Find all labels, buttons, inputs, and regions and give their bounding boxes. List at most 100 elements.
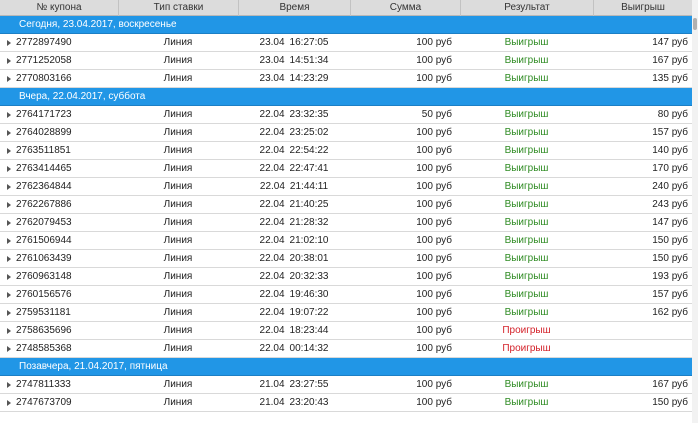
triangle-right-icon[interactable]: [7, 201, 11, 208]
triangle-right-icon[interactable]: [7, 39, 11, 46]
time-cell: 22.04 21:44:11: [238, 181, 350, 192]
coupon-number[interactable]: 2760156576: [16, 289, 72, 300]
sum-cell: 100 руб: [416, 73, 452, 84]
table-row[interactable]: 2761063439 Линия 22.04 20:38:01 100 руб Выигр…: [0, 250, 692, 268]
triangle-right-icon[interactable]: [7, 57, 11, 64]
coupon-number[interactable]: 2761063439: [16, 253, 72, 264]
table-row[interactable]: 2764171723 Линия 22.04 23:32:35 50 руб Выигры…: [0, 106, 692, 124]
bet-date: 22.04: [259, 217, 285, 228]
table-row[interactable]: 2747811333 Линия 21.04 23:27:55 100 руб Выигр…: [0, 376, 692, 394]
triangle-right-icon[interactable]: [7, 399, 11, 406]
coupon-number[interactable]: 2760963148: [16, 271, 72, 282]
scrollbar-thumb[interactable]: [693, 18, 697, 30]
day-group-header[interactable]: Сегодня, 23.04.2017, воскресенье: [0, 16, 692, 34]
coupon-cell[interactable]: 2770803166: [0, 73, 118, 84]
coupon-cell[interactable]: 2761063439: [0, 253, 118, 264]
coupon-cell[interactable]: 2763511851: [0, 145, 118, 156]
triangle-right-icon[interactable]: [7, 345, 11, 352]
table-row[interactable]: 2760156576 Линия 22.04 19:46:30 100 руб Выигр…: [0, 286, 692, 304]
day-group-header[interactable]: Позавчера, 21.04.2017, пятница: [0, 358, 692, 376]
coupon-cell[interactable]: 2762079453: [0, 217, 118, 228]
col-result-header[interactable]: Результат: [460, 0, 593, 16]
bet-time: 21:02:10: [289, 235, 329, 246]
triangle-right-icon[interactable]: [7, 147, 11, 154]
coupon-cell[interactable]: 2758635696: [0, 325, 118, 336]
table-row[interactable]: 2758635696 Линия 22.04 18:23:44 100 руб Проиг…: [0, 322, 692, 340]
triangle-right-icon[interactable]: [7, 183, 11, 190]
vertical-scrollbar[interactable]: [692, 0, 698, 423]
table-row[interactable]: 2762267886 Линия 22.04 21:40:25 100 руб Выигр…: [0, 196, 692, 214]
sum-cell: 100 руб: [416, 253, 452, 264]
table-row[interactable]: 2759531181 Линия 22.04 19:07:22 100 руб Выигр…: [0, 304, 692, 322]
col-coupon-header[interactable]: № купона: [0, 2, 118, 13]
triangle-right-icon[interactable]: [7, 219, 11, 226]
coupon-number[interactable]: 2758635696: [16, 325, 72, 336]
coupon-number[interactable]: 2747673709: [16, 397, 72, 408]
coupon-cell[interactable]: 2763414465: [0, 163, 118, 174]
col-type-header[interactable]: Тип ставки: [118, 0, 238, 16]
table-row[interactable]: 2763414465 Линия 22.04 22:47:41 100 руб Выигр…: [0, 160, 692, 178]
coupon-number[interactable]: 2764171723: [16, 109, 72, 120]
triangle-right-icon[interactable]: [7, 237, 11, 244]
triangle-right-icon[interactable]: [7, 165, 11, 172]
col-win-header[interactable]: Выигрыш: [593, 0, 692, 16]
table-row[interactable]: 2762079453 Линия 22.04 21:28:32 100 руб Выигр…: [0, 214, 692, 232]
triangle-right-icon[interactable]: [7, 75, 11, 82]
triangle-right-icon[interactable]: [7, 327, 11, 334]
coupon-cell[interactable]: 2759531181: [0, 307, 118, 318]
coupon-cell[interactable]: 2764171723: [0, 109, 118, 120]
coupon-number[interactable]: 2770803166: [16, 73, 72, 84]
bet-type-cell: Линия: [163, 163, 193, 174]
coupon-cell[interactable]: 2764028899: [0, 127, 118, 138]
coupon-cell[interactable]: 2771252058: [0, 55, 118, 66]
coupon-cell[interactable]: 2747673709: [0, 397, 118, 408]
triangle-right-icon[interactable]: [7, 129, 11, 136]
coupon-number[interactable]: 2762364844: [16, 181, 72, 192]
result-badge: Выигрыш: [504, 199, 549, 210]
table-row[interactable]: 2764028899 Линия 22.04 23:25:02 100 руб Выигр…: [0, 124, 692, 142]
coupon-cell[interactable]: 2762364844: [0, 181, 118, 192]
coupon-number[interactable]: 2771252058: [16, 55, 72, 66]
payout-cell: 150 руб: [652, 397, 688, 408]
triangle-right-icon[interactable]: [7, 309, 11, 316]
table-row[interactable]: 2763511851 Линия 22.04 22:54:22 100 руб Выигр…: [0, 142, 692, 160]
coupon-number[interactable]: 2748585368: [16, 343, 72, 354]
coupon-cell[interactable]: 2762267886: [0, 199, 118, 210]
table-row[interactable]: 2748585368 Линия 22.04 00:14:32 100 руб Проиг…: [0, 340, 692, 358]
table-header: № купона Тип ставки Время Сумма Результа…: [0, 0, 692, 16]
coupon-cell[interactable]: 2772897490: [0, 37, 118, 48]
coupon-cell[interactable]: 2748585368: [0, 343, 118, 354]
coupon-number[interactable]: 2747811333: [16, 379, 71, 390]
coupon-number[interactable]: 2764028899: [16, 127, 72, 138]
triangle-right-icon[interactable]: [7, 381, 11, 388]
payout-cell: 193 руб: [652, 271, 688, 282]
coupon-number[interactable]: 2761506944: [16, 235, 72, 246]
table-row[interactable]: 2772897490 Линия 23.04 16:27:05 100 руб Выигр…: [0, 34, 692, 52]
coupon-cell[interactable]: 2747811333: [0, 379, 118, 390]
coupon-number[interactable]: 2763511851: [16, 145, 71, 156]
table-row[interactable]: 2761506944 Линия 22.04 21:02:10 100 руб Выигр…: [0, 232, 692, 250]
table-row[interactable]: 2760963148 Линия 22.04 20:32:33 100 руб Выигр…: [0, 268, 692, 286]
col-time-header[interactable]: Время: [238, 0, 350, 16]
triangle-right-icon[interactable]: [7, 255, 11, 262]
sum-cell: 50 руб: [421, 109, 452, 120]
coupon-cell[interactable]: 2760156576: [0, 289, 118, 300]
table-row[interactable]: 2762364844 Линия 22.04 21:44:11 100 руб Выигр…: [0, 178, 692, 196]
triangle-right-icon[interactable]: [7, 111, 11, 118]
col-sum-header[interactable]: Сумма: [350, 0, 460, 16]
coupon-number[interactable]: 2759531181: [16, 307, 71, 318]
day-group-header[interactable]: Вчера, 22.04.2017, суббота: [0, 88, 692, 106]
coupon-number[interactable]: 2762267886: [16, 199, 72, 210]
coupon-number[interactable]: 2762079453: [16, 217, 72, 228]
coupon-cell[interactable]: 2760963148: [0, 271, 118, 282]
table-row[interactable]: 2771252058 Линия 23.04 14:51:34 100 руб Выигр…: [0, 52, 692, 70]
table-row[interactable]: 2770803166 Линия 23.04 14:23:29 100 руб Выигр…: [0, 70, 692, 88]
coupon-number[interactable]: 2772897490: [16, 37, 72, 48]
triangle-right-icon[interactable]: [7, 291, 11, 298]
table-row[interactable]: 2747673709 Линия 21.04 23:20:43 100 руб Выигр…: [0, 394, 692, 412]
triangle-right-icon[interactable]: [7, 273, 11, 280]
result-badge: Выигрыш: [504, 145, 549, 156]
coupon-number[interactable]: 2763414465: [16, 163, 72, 174]
coupon-cell[interactable]: 2761506944: [0, 235, 118, 246]
result-badge: Выигрыш: [504, 235, 549, 246]
